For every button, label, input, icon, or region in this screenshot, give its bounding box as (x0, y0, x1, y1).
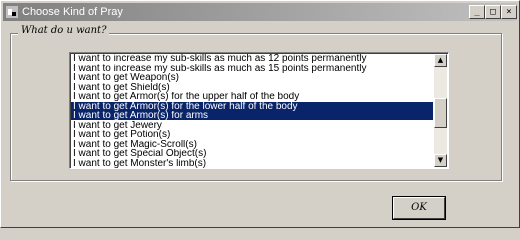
pray-kind-listbox[interactable]: I want to increase my sub-skills as much… (69, 52, 449, 169)
list-item[interactable]: I want to get Armor(s) for the lower hal… (71, 101, 433, 111)
list-item[interactable]: I want to get Monster's limb(s) (71, 159, 433, 168)
scroll-down-arrow-icon[interactable]: ▼ (434, 154, 447, 167)
list-item[interactable]: I want to increase my sub-skills as much… (71, 54, 433, 63)
scroll-thumb[interactable] (434, 98, 447, 128)
maximize-button[interactable]: □ (485, 5, 501, 19)
window-title: Choose Kind of Pray (22, 6, 123, 18)
app-icon (6, 6, 18, 18)
list-item[interactable]: I want to get Jewery (71, 121, 433, 130)
scroll-up-arrow-icon[interactable]: ▲ (434, 54, 447, 67)
list-item[interactable]: I want to get Magic-Scroll(s) (71, 140, 433, 149)
list-item[interactable]: I want to get Special Object(s) (71, 149, 433, 158)
close-button[interactable]: × (501, 5, 517, 19)
group-label: What do u want? (18, 25, 110, 36)
list-item[interactable]: I want to increase my sub-skills as much… (71, 64, 433, 73)
vertical-scrollbar[interactable]: ▲ ▼ (434, 54, 447, 167)
title-bar[interactable]: Choose Kind of Pray _ □ × (3, 3, 517, 21)
list-item[interactable]: I want to get Potion(s) (71, 130, 433, 139)
minimize-button[interactable]: _ (469, 5, 485, 19)
ok-button[interactable]: OK (393, 197, 445, 219)
list-item[interactable]: I want to get Armor(s) for the upper hal… (71, 92, 433, 101)
list-item[interactable]: I want to get Shield(s) (71, 83, 433, 92)
list-item[interactable]: I want to get Armor(s) for arms (71, 111, 433, 120)
list-item[interactable]: I want to get Weapon(s) (71, 73, 433, 82)
